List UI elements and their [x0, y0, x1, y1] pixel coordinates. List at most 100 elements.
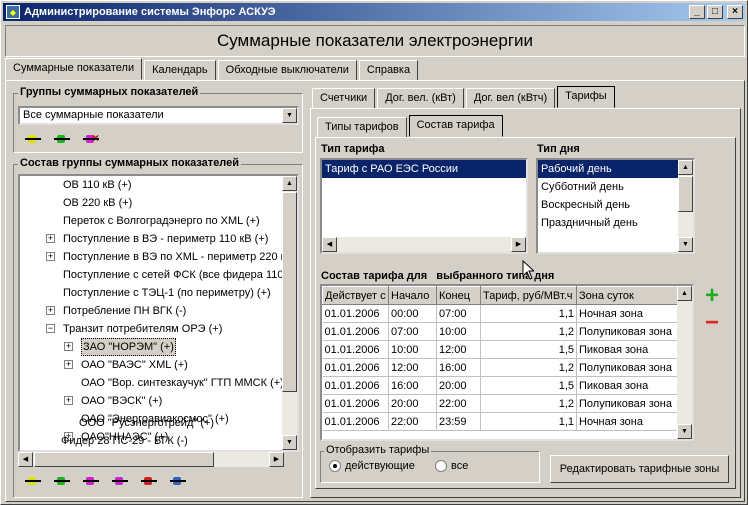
tree-item[interactable]: Поступление в ВЭ - периметр 110 кВ (+) — [63, 230, 268, 248]
expand-icon[interactable]: + — [46, 252, 55, 261]
table-row[interactable]: 01.01.2006 16:00 20:00 1,5 Пиковая зона — [322, 376, 678, 395]
table-cell[interactable]: 01.01.2006 — [322, 358, 389, 377]
delete-item-icon[interactable] — [83, 474, 100, 488]
tab-help[interactable]: Справка — [358, 60, 419, 80]
tree-item[interactable]: Транзит потребителям ОРЭ (+) — [63, 320, 222, 338]
table-cell[interactable]: 23:59 — [436, 412, 481, 431]
composition-tree[interactable]: ОВ 110 кВ (+) ОВ 220 кВ (+) Переток с Во… — [18, 174, 299, 452]
table-cell[interactable]: Ночная зона — [576, 304, 678, 323]
table-cell[interactable]: 07:00 — [436, 304, 481, 323]
table-cell[interactable]: 00:00 — [388, 304, 437, 323]
table-cell[interactable]: 10:00 — [388, 340, 437, 359]
table-cell[interactable]: 20:00 — [388, 394, 437, 413]
expand-icon[interactable]: + — [46, 306, 55, 315]
day-type-list[interactable]: Рабочий день Субботний день Воскресный д… — [536, 158, 695, 254]
table-cell[interactable]: 1,5 — [480, 340, 577, 359]
tab-calendar[interactable]: Календарь — [144, 60, 216, 80]
table-cell[interactable]: Полупиковая зона — [576, 322, 678, 341]
list-item[interactable]: Воскресный день — [538, 196, 693, 214]
table-cell[interactable]: 1,1 — [480, 304, 577, 323]
table-row[interactable]: 01.01.2006 00:00 07:00 1,1 Ночная зона — [322, 304, 678, 323]
tab-summary[interactable]: Суммарные показатели — [5, 58, 143, 80]
chevron-down-icon[interactable]: ▼ — [282, 108, 297, 123]
table-cell[interactable]: 01.01.2006 — [322, 412, 389, 431]
table-cell[interactable]: 01.01.2006 — [322, 376, 389, 395]
table-cell[interactable]: 1,1 — [480, 412, 577, 431]
scroll-thumb[interactable] — [678, 176, 693, 212]
scroll-down-icon[interactable]: ▼ — [677, 424, 692, 439]
col-header[interactable]: Начало — [388, 286, 437, 305]
scroll-left-icon[interactable]: ◀ — [18, 452, 33, 467]
edit-group-icon[interactable] — [54, 132, 71, 146]
col-header[interactable]: Зона суток — [576, 286, 678, 305]
table-cell[interactable]: 1,2 — [480, 358, 577, 377]
tab-bypass-switches[interactable]: Обходные выключатели — [217, 60, 357, 80]
table-cell[interactable]: 20:00 — [436, 376, 481, 395]
tree-item[interactable]: Потребление ПН ВГК (-) — [63, 302, 186, 320]
expand-icon[interactable]: + — [64, 396, 73, 405]
remove-row-button[interactable]: − — [705, 311, 719, 335]
table-cell[interactable]: Полупиковая зона — [576, 358, 678, 377]
table-cell[interactable]: Пиковая зона — [576, 340, 678, 359]
list-item[interactable]: Тариф с РАО ЕЭС России — [322, 160, 526, 178]
edit-item-icon[interactable] — [54, 474, 71, 488]
table-row[interactable]: 01.01.2006 12:00 16:00 1,2 Полупиковая зона — [322, 358, 678, 377]
expand-icon[interactable]: + — [64, 360, 73, 369]
tab-tariffs[interactable]: Тарифы — [557, 86, 615, 108]
maximize-button[interactable]: □ — [707, 5, 723, 19]
col-header[interactable]: Конец — [436, 286, 481, 305]
table-cell[interactable]: 01.01.2006 — [322, 322, 389, 341]
tab-tariff-types[interactable]: Типы тарифов — [317, 117, 407, 137]
list-item[interactable]: Праздничный день — [538, 214, 693, 232]
minimize-button[interactable]: _ — [689, 5, 705, 19]
table-cell[interactable]: Ночная зона — [576, 412, 678, 431]
title-bar[interactable]: ◆ Администрирование системы Энфорс АСКУЭ… — [3, 3, 745, 21]
table-cell[interactable]: 22:00 — [436, 394, 481, 413]
grid-scrollbar[interactable]: ▲ ▼ — [677, 286, 692, 439]
add-row-button[interactable]: + — [705, 284, 719, 308]
scroll-right-icon[interactable]: ▶ — [269, 452, 284, 467]
radio-all[interactable]: все — [435, 460, 468, 473]
list-item[interactable]: Рабочий день — [538, 160, 693, 178]
expand-icon[interactable]: + — [64, 342, 73, 351]
table-cell[interactable]: 1,5 — [480, 376, 577, 395]
close-button[interactable]: × — [727, 5, 743, 19]
table-cell[interactable]: 1,2 — [480, 394, 577, 413]
add-item-icon[interactable] — [25, 474, 42, 488]
tree-hscrollbar[interactable]: ◀ ▶ — [18, 452, 284, 467]
tree-item[interactable]: ОАО "Вор. синтезкаучук" ГТП ММСК (+) — [81, 374, 284, 392]
remove-item-icon[interactable] — [141, 474, 158, 488]
day-list-scrollbar[interactable]: ▲ ▼ — [678, 160, 693, 252]
scroll-up-icon[interactable]: ▲ — [678, 160, 693, 175]
tab-tariff-composition[interactable]: Состав тарифа — [408, 115, 503, 137]
expand-icon[interactable]: + — [46, 234, 55, 243]
table-cell[interactable]: Пиковая зона — [576, 376, 678, 395]
table-row[interactable]: 01.01.2006 20:00 22:00 1,2 Полупиковая зона — [322, 394, 678, 413]
edit-zones-button[interactable]: Редактировать тарифные зоны — [550, 455, 729, 483]
tariff-type-list[interactable]: Тариф с РАО ЕЭС России ◀ ▶ — [320, 158, 528, 254]
table-row[interactable]: 01.01.2006 10:00 12:00 1,5 Пиковая зона — [322, 340, 678, 359]
tab-meters[interactable]: Счетчики — [312, 88, 376, 108]
table-cell[interactable]: 22:00 — [388, 412, 437, 431]
table-cell[interactable]: 07:00 — [388, 322, 437, 341]
tree-item[interactable]: ОАО "ВАЭС" XML (+) — [81, 356, 188, 374]
scroll-right-icon[interactable]: ▶ — [511, 237, 526, 252]
link-item-icon[interactable] — [170, 474, 187, 488]
table-cell[interactable]: 16:00 — [388, 376, 437, 395]
tree-item[interactable]: Фидер 28 ПС-29 - ВГК (-) — [61, 432, 188, 450]
list-item[interactable]: Субботний день — [538, 178, 693, 196]
add-group-icon[interactable] — [25, 132, 42, 146]
scroll-up-icon[interactable]: ▲ — [677, 286, 692, 301]
table-cell[interactable]: 12:00 — [388, 358, 437, 377]
tree-item-selected[interactable]: ЗАО "НОРЭМ" (+) — [81, 338, 176, 356]
delete-group-icon[interactable]: × — [83, 132, 100, 146]
tree-item[interactable]: ОАО "ВЭСК" (+) — [81, 392, 162, 410]
tree-item[interactable]: Поступление с сетей ФСК (все фидера 110 — [63, 266, 284, 284]
scroll-left-icon[interactable]: ◀ — [322, 237, 337, 252]
tariff-list-hscroll[interactable]: ◀ ▶ — [322, 237, 526, 252]
radio-active[interactable]: действующие — [329, 460, 415, 473]
tree-item[interactable]: ОВ 220 кВ (+) — [63, 194, 132, 212]
tree-item[interactable]: Поступление в ВЭ по XML - периметр 220 к… — [63, 248, 293, 266]
table-row[interactable]: 01.01.2006 22:00 23:59 1,1 Ночная зона — [322, 412, 678, 431]
tree-item[interactable]: ООО "Русэнерготрейд" (+) — [79, 414, 214, 432]
